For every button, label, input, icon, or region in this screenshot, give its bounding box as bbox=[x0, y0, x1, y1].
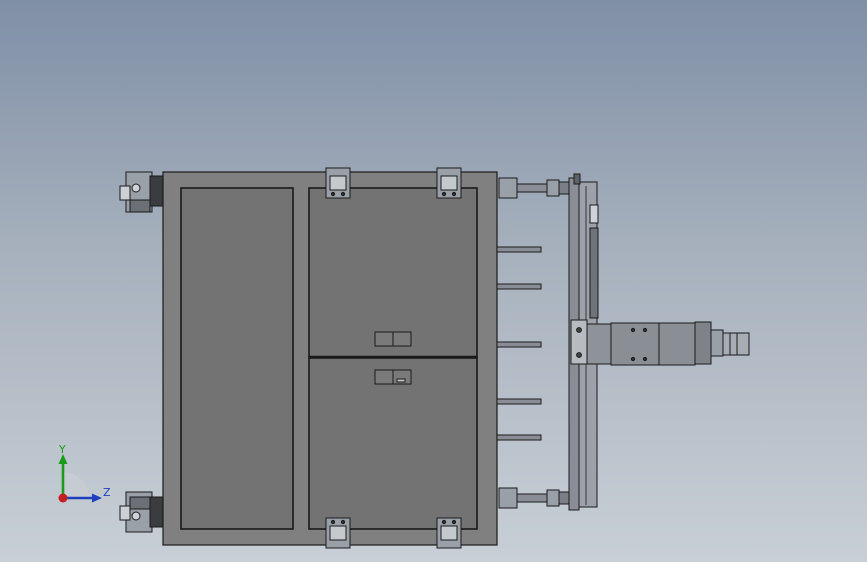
panel-left[interactable] bbox=[180, 187, 294, 530]
hinge-top-2[interactable] bbox=[436, 167, 462, 199]
actuator-assembly[interactable] bbox=[570, 319, 750, 366]
cad-model[interactable] bbox=[0, 0, 867, 562]
hinge-bottom-2[interactable] bbox=[436, 517, 462, 549]
latch-upper[interactable] bbox=[374, 331, 412, 347]
latch-lower[interactable] bbox=[374, 369, 412, 385]
rod-set[interactable] bbox=[496, 246, 542, 441]
hinge-top-1[interactable] bbox=[325, 167, 351, 199]
caster-bottom-left[interactable] bbox=[119, 491, 165, 533]
hinge-bottom-1[interactable] bbox=[325, 517, 351, 549]
axis-triad: Y Z bbox=[58, 443, 111, 503]
y-axis-label: Y bbox=[58, 443, 66, 456]
bolt-assembly-top[interactable] bbox=[498, 177, 570, 199]
bolt-assembly-bottom[interactable] bbox=[498, 487, 570, 509]
caster-top-left[interactable] bbox=[119, 171, 165, 213]
z-axis-label: Z bbox=[103, 486, 111, 499]
graphics-viewport[interactable]: Y Z bbox=[0, 0, 867, 562]
